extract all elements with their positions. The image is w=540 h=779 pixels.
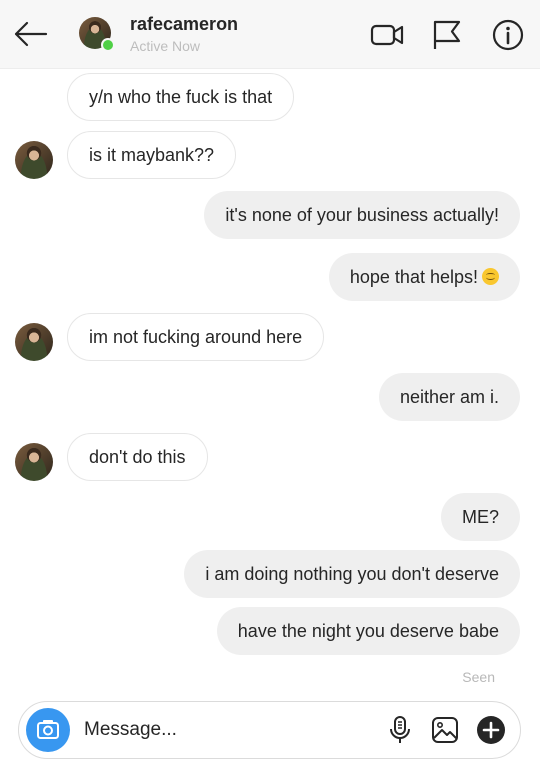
avatar[interactable] xyxy=(79,17,115,52)
plus-icon[interactable] xyxy=(475,714,507,746)
camera-icon xyxy=(37,720,59,739)
incoming-message[interactable]: don't do this xyxy=(67,433,208,481)
chat-header: rafecameron Active Now xyxy=(0,0,540,69)
incoming-message[interactable]: im not fucking around here xyxy=(67,313,325,361)
username[interactable]: rafecameron xyxy=(130,14,238,35)
outgoing-message[interactable]: have the night you deserve babe xyxy=(216,607,520,655)
active-status: Active Now xyxy=(130,38,201,54)
outgoing-message[interactable]: i am doing nothing you don't deserve xyxy=(184,550,520,598)
outgoing-message[interactable]: it's none of your business actually! xyxy=(204,191,520,239)
outgoing-message[interactable]: ME? xyxy=(440,493,520,541)
video-camera-icon[interactable] xyxy=(370,18,404,52)
flag-icon[interactable] xyxy=(430,18,464,52)
smiling-face-emoji-icon xyxy=(482,268,499,285)
message-text: hope that helps! xyxy=(349,267,478,287)
sender-avatar[interactable] xyxy=(15,323,53,361)
back-arrow-icon[interactable] xyxy=(10,14,50,54)
camera-button[interactable] xyxy=(26,708,70,752)
outgoing-message[interactable]: neither am i. xyxy=(378,373,520,421)
seen-indicator: Seen xyxy=(462,669,495,685)
message-input[interactable] xyxy=(84,716,374,744)
microphone-icon[interactable] xyxy=(384,714,416,746)
message-composer xyxy=(18,701,521,759)
sender-avatar[interactable] xyxy=(15,443,53,481)
incoming-message[interactable]: is it maybank?? xyxy=(67,131,237,179)
online-indicator xyxy=(101,38,115,52)
info-icon[interactable] xyxy=(491,18,525,52)
outgoing-message[interactable]: hope that helps! xyxy=(328,253,520,301)
image-icon[interactable] xyxy=(429,714,461,746)
incoming-message[interactable]: y/n who the fuck is that xyxy=(67,73,295,121)
sender-avatar[interactable] xyxy=(15,141,53,179)
